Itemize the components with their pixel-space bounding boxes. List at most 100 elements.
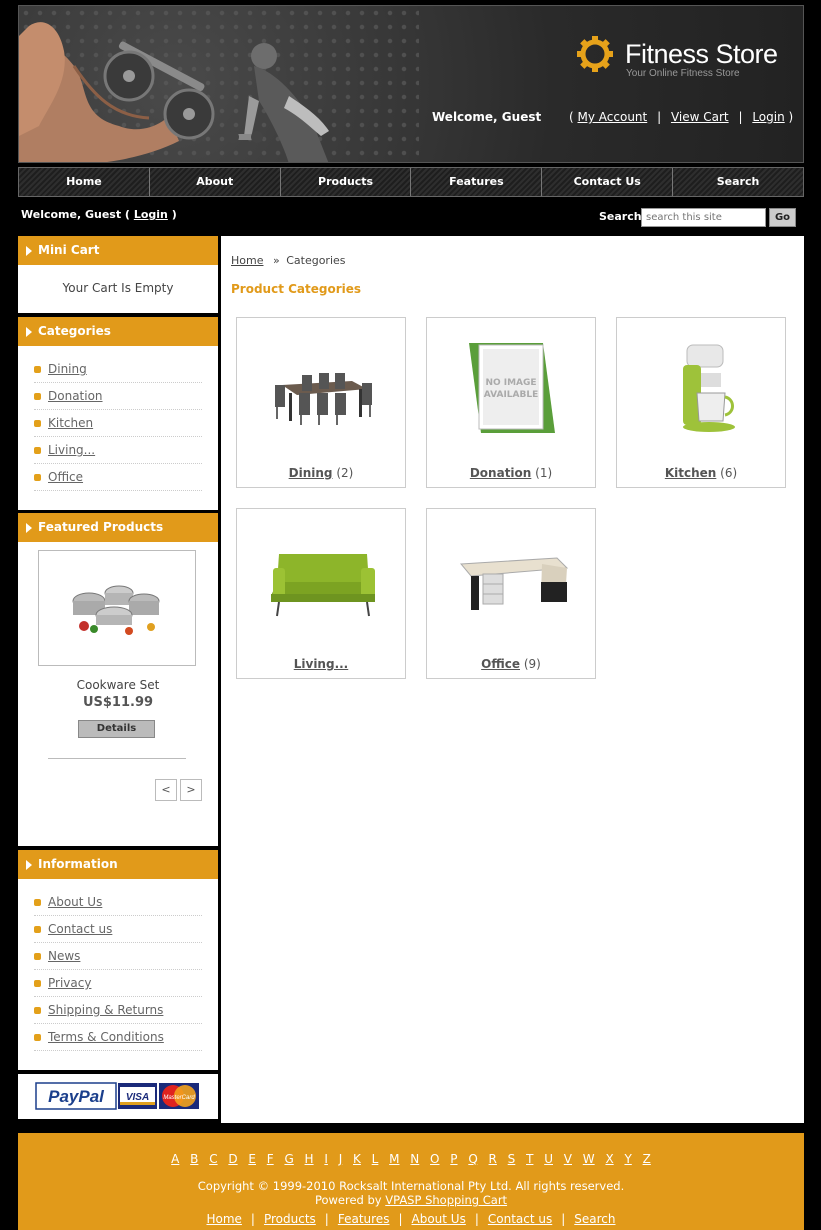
alphabet-letter-d[interactable]: D [228,1152,237,1166]
bullet-icon [34,419,41,427]
footer-link-contact-us[interactable]: Contact us [488,1212,552,1226]
footer-links: Home | Products | Features | About Us | Contact … [18,1212,804,1226]
alphabet-letter-q[interactable]: Q [468,1152,477,1166]
nav-contact-us[interactable]: Contact Us [542,168,674,196]
category-card-living[interactable]: Living... [236,508,406,679]
info-link-contact-us[interactable]: Contact us [48,922,112,936]
category-link-office[interactable]: Office [48,470,83,484]
svg-text:NO IMAGE: NO IMAGE [485,378,536,388]
alphabet-letter-g[interactable]: G [284,1152,293,1166]
alphabet-letter-y[interactable]: Y [624,1152,631,1166]
office-desk-image [459,557,569,610]
alphabet-letter-h[interactable]: H [305,1152,314,1166]
vpasp-link[interactable]: VPASP Shopping Cart [385,1193,507,1207]
info-link-shipping-returns[interactable]: Shipping & Returns [48,1003,163,1017]
nav-search[interactable]: Search [673,168,803,196]
alphabet-letter-v[interactable]: V [564,1152,572,1166]
alphabet-letter-r[interactable]: R [489,1152,497,1166]
info-item: Shipping & Returns [34,997,202,1024]
breadcrumb-current: Categories [286,254,346,267]
alphabet-letter-i[interactable]: I [324,1152,328,1166]
dining-table-image [275,373,372,425]
alphabet-index: ABCDEFGHIJKLMNOPQRSTUVWXYZ [18,1152,804,1166]
main-nav: Home About Products Features Contact Us … [18,167,804,197]
prev-button[interactable]: < [155,779,177,801]
alphabet-letter-a[interactable]: A [171,1152,179,1166]
information-title: Information [38,857,118,871]
nav-home[interactable]: Home [19,168,150,196]
info-link-news[interactable]: News [48,949,80,963]
mini-cart-header: Mini Cart [18,236,218,265]
my-account-link[interactable]: My Account [578,110,648,124]
category-name-link[interactable]: Office [481,657,520,671]
category-link-dining[interactable]: Dining [48,362,87,376]
alphabet-letter-n[interactable]: N [410,1152,419,1166]
alphabet-letter-k[interactable]: K [353,1152,361,1166]
category-card-office[interactable]: Office (9) [426,508,596,679]
category-name-link[interactable]: Living... [294,657,349,671]
alphabet-letter-c[interactable]: C [209,1152,217,1166]
info-link-privacy[interactable]: Privacy [48,976,91,990]
category-card-kitchen[interactable]: Kitchen (6) [616,317,786,488]
category-card-dining[interactable]: Dining (2) [236,317,406,488]
category-link-living[interactable]: Living... [48,443,95,457]
login-link[interactable]: Login [752,110,784,124]
alphabet-letter-b[interactable]: B [190,1152,198,1166]
search-go-button[interactable]: Go [769,208,796,227]
view-cart-link[interactable]: View Cart [671,110,729,124]
alphabet-letter-p[interactable]: P [450,1152,457,1166]
info-item: Terms & Conditions [34,1024,202,1051]
alphabet-letter-u[interactable]: U [544,1152,553,1166]
next-button[interactable]: > [180,779,202,801]
info-item: About Us [34,889,202,916]
featured-product-name[interactable]: Cookware Set [18,678,218,692]
svg-text:PayPal: PayPal [48,1087,105,1106]
breadcrumb-home[interactable]: Home [231,254,263,267]
hero-man-image [19,22,215,162]
alphabet-letter-m[interactable]: M [389,1152,399,1166]
category-link-kitchen[interactable]: Kitchen [48,416,93,430]
svg-text:AVAILABLE: AVAILABLE [484,390,538,400]
alphabet-letter-o[interactable]: O [430,1152,439,1166]
mastercard-logo: MasterCard [159,1083,199,1109]
category-item: Donation [34,383,202,410]
alphabet-letter-s[interactable]: S [508,1152,516,1166]
alphabet-letter-x[interactable]: X [605,1152,613,1166]
nav-about[interactable]: About [150,168,281,196]
featured-product-image[interactable] [38,550,196,666]
category-name-link[interactable]: Donation [470,466,531,480]
nav-features[interactable]: Features [411,168,543,196]
alphabet-letter-t[interactable]: T [526,1152,533,1166]
link-separator: | [657,110,662,124]
footer-link-features[interactable]: Features [338,1212,390,1226]
info-link-about-us[interactable]: About Us [48,895,102,909]
footer-link-home[interactable]: Home [206,1212,241,1226]
details-button[interactable]: Details [78,720,155,738]
alphabet-letter-z[interactable]: Z [643,1152,651,1166]
search-input[interactable] [641,208,766,227]
alphabet-letter-l[interactable]: L [372,1152,379,1166]
alphabet-letter-w[interactable]: W [583,1152,595,1166]
footer-link-about-us[interactable]: About Us [412,1212,466,1226]
category-name-link[interactable]: Dining [289,466,333,480]
no-image-placeholder: NO IMAGE AVAILABLE [469,343,555,433]
category-link-donation[interactable]: Donation [48,389,103,403]
subbar-login-link[interactable]: Login [134,208,168,221]
category-name-link[interactable]: Kitchen [665,466,717,480]
category-caption: Donation (1) [427,466,595,480]
arrow-icon [26,246,32,256]
store-name: Fitness Store [625,39,778,69]
powered-by: Powered by VPASP Shopping Cart [18,1193,804,1207]
footer-link-search[interactable]: Search [574,1212,615,1226]
category-card-donation[interactable]: NO IMAGE AVAILABLE Donation (1) [426,317,596,488]
info-link-terms[interactable]: Terms & Conditions [48,1030,164,1044]
footer-link-products[interactable]: Products [264,1212,316,1226]
alphabet-letter-f[interactable]: F [267,1152,274,1166]
welcome-text: Welcome, Guest [432,110,542,124]
information-box: Information About Us Contact us News Pri… [18,850,218,1070]
breadcrumb: Home » Categories [231,254,346,267]
close-paren: ) [788,110,794,124]
alphabet-letter-e[interactable]: E [248,1152,256,1166]
alphabet-letter-j[interactable]: J [339,1152,343,1166]
nav-products[interactable]: Products [281,168,412,196]
